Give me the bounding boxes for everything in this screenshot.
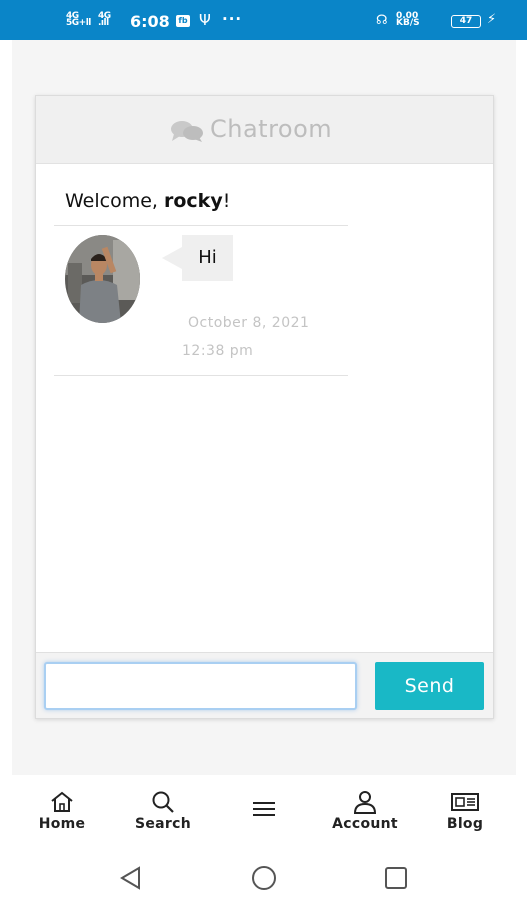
message-input[interactable]: [44, 662, 357, 710]
network-indicator-2: 4G .ıll: [98, 11, 111, 28]
headset-icon: ☊: [376, 13, 388, 28]
divider: [54, 225, 348, 226]
compose-bar: Send: [36, 652, 493, 718]
nav-item-search[interactable]: Search: [118, 790, 208, 832]
bottom-nav: Home Search Account Blog: [0, 776, 527, 842]
message-date: October 8, 2021: [188, 315, 310, 331]
system-nav-bar: [0, 842, 527, 900]
facebook-notification-icon: fb: [176, 15, 190, 27]
nav-label-account: Account: [332, 816, 398, 832]
message-time: 12:38 pm: [182, 343, 254, 359]
avatar: [65, 235, 140, 323]
more-notifications-icon: ···: [222, 10, 243, 28]
nav-item-account[interactable]: Account: [320, 790, 410, 832]
chatroom-panel: Chatroom Welcome, rocky! Hi October 8, 2…: [35, 95, 494, 719]
charging-icon: ⚡: [487, 12, 497, 27]
network-indicator: 4G 5G+ll: [66, 11, 91, 28]
usb-icon: Ψ: [199, 11, 211, 29]
message-bubble: Hi: [162, 235, 233, 281]
nav-label-home: Home: [38, 816, 86, 832]
divider: [54, 375, 348, 376]
recents-icon[interactable]: [382, 864, 410, 892]
nav-item-home[interactable]: Home: [17, 790, 107, 832]
username: rocky: [164, 190, 223, 212]
newspaper-icon: [451, 793, 479, 811]
search-icon: [152, 791, 174, 813]
nav-label-blog: Blog: [446, 816, 484, 832]
welcome-suffix: !: [222, 190, 231, 212]
network-speed: 0.00 KB/S: [396, 11, 420, 28]
status-bar: 4G 5G+ll 4G .ıll 6:08 fb Ψ ··· ☊ 0.00 KB/S …: [0, 0, 527, 40]
send-button[interactable]: Send: [375, 662, 484, 710]
nav-item-blog[interactable]: Blog: [420, 790, 510, 832]
menu-icon: [253, 802, 275, 816]
welcome-message: Welcome, rocky!: [65, 190, 230, 212]
home-circle-icon[interactable]: [250, 864, 278, 892]
home-icon: [51, 791, 73, 812]
nav-item-menu[interactable]: [219, 790, 309, 824]
chatroom-header: Chatroom: [36, 96, 493, 164]
battery-icon: 47: [451, 15, 481, 28]
back-icon[interactable]: [117, 864, 145, 892]
status-time: 6:08: [130, 12, 170, 31]
user-icon: [353, 791, 377, 814]
nav-label-search: Search: [135, 816, 191, 832]
welcome-prefix: Welcome,: [65, 190, 164, 212]
chatroom-title: Chatroom: [210, 115, 333, 143]
chat-bubbles-icon: [171, 121, 203, 142]
